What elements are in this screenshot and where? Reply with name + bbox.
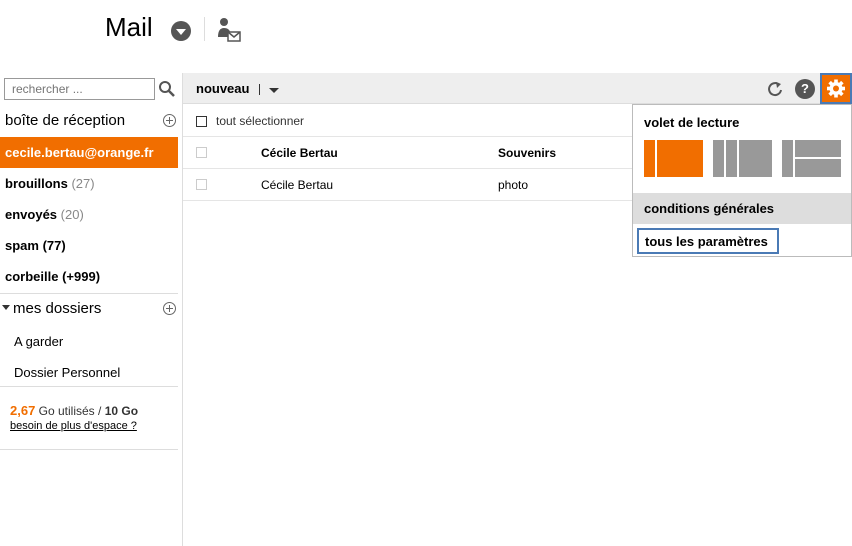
folder-item[interactable]: Dossier Personnel	[14, 365, 120, 380]
sidebar-item-trash[interactable]: corbeille (+999)	[0, 261, 178, 292]
folders-label: mes dossiers	[13, 300, 102, 317]
message-sender: Cécile Bertau	[261, 146, 338, 160]
sidebar-item-label: spam	[5, 238, 39, 253]
sidebar-item-sent[interactable]: envoyés (20)	[0, 199, 178, 230]
add-folder-icon[interactable]	[163, 302, 176, 315]
app-title: Mail	[105, 12, 153, 42]
storage-usage: 2,67 Go utilisés / 10 Go	[10, 403, 138, 418]
add-folder-icon[interactable]	[163, 114, 176, 127]
storage-used: 2,67	[10, 403, 36, 418]
app-menu-chevron-down-icon[interactable]	[171, 21, 191, 41]
sidebar-item-drafts[interactable]: brouillons (27)	[0, 168, 178, 199]
message-sender: Cécile Bertau	[261, 178, 334, 192]
search-icon[interactable]	[157, 79, 177, 99]
select-all-label[interactable]: tout sélectionner	[216, 114, 304, 128]
settings-button[interactable]	[820, 73, 852, 104]
storage-total: 10 Go	[104, 404, 139, 418]
search-input[interactable]	[4, 78, 155, 100]
terms-link[interactable]: conditions générales	[633, 193, 851, 224]
triangle-down-icon	[2, 305, 10, 310]
sidebar-item-inbox[interactable]: boîte de réception	[0, 106, 178, 137]
sidebar-item-label: boîte de réception	[5, 112, 126, 129]
more-storage-link[interactable]: besoin de plus d'espace ?	[10, 420, 137, 432]
sidebar-item-label: envoyés	[5, 207, 58, 222]
sidebar-item-label: cecile.bertau@orange.fr	[5, 145, 154, 160]
row-checkbox[interactable]	[196, 147, 207, 158]
header-divider	[204, 17, 205, 41]
folder-item[interactable]: A garder	[14, 334, 63, 349]
gear-icon	[827, 79, 845, 98]
toolbar-divider	[259, 84, 260, 95]
new-message-button[interactable]: nouveau	[196, 81, 249, 96]
reading-pane-title: volet de lecture	[644, 115, 740, 130]
reading-pane-bottom-option[interactable]	[782, 140, 841, 177]
sidebar-folders-toggle[interactable]: mes dossiers	[0, 294, 178, 325]
reading-pane-none-option[interactable]	[713, 140, 772, 177]
all-settings-link[interactable]: tous les paramètres	[637, 228, 779, 254]
settings-dropdown: volet de lecture conditions générales to…	[632, 104, 852, 257]
storage-used-unit: Go utilisés /	[38, 404, 102, 418]
sidebar-item-count: (77)	[42, 238, 66, 253]
contact-mail-icon[interactable]	[216, 17, 242, 43]
row-checkbox[interactable]	[196, 179, 207, 190]
refresh-icon[interactable]	[765, 79, 785, 99]
message-subject: Souvenirs	[498, 146, 557, 160]
sidebar-divider	[0, 449, 178, 450]
select-all-checkbox[interactable]	[196, 116, 207, 127]
help-icon[interactable]: ?	[795, 79, 815, 99]
sidebar-item-label: corbeille	[5, 269, 59, 284]
sidebar-item-label: brouillons	[5, 176, 68, 191]
sidebar-divider	[0, 386, 178, 387]
toolbar: nouveau ?	[183, 73, 852, 104]
sidebar: boîte de réception cecile.bertau@orange.…	[0, 73, 183, 546]
reading-pane-left-option[interactable]	[644, 140, 703, 177]
sidebar-item-account[interactable]: cecile.bertau@orange.fr	[0, 137, 178, 168]
message-subject: photo	[498, 178, 529, 192]
sidebar-item-spam[interactable]: spam (77)	[0, 230, 178, 261]
sidebar-item-count: (20)	[60, 207, 84, 222]
sidebar-item-count: (+999)	[62, 269, 101, 284]
new-options-chevron-down-icon[interactable]	[269, 88, 279, 93]
sidebar-item-count: (27)	[71, 176, 95, 191]
